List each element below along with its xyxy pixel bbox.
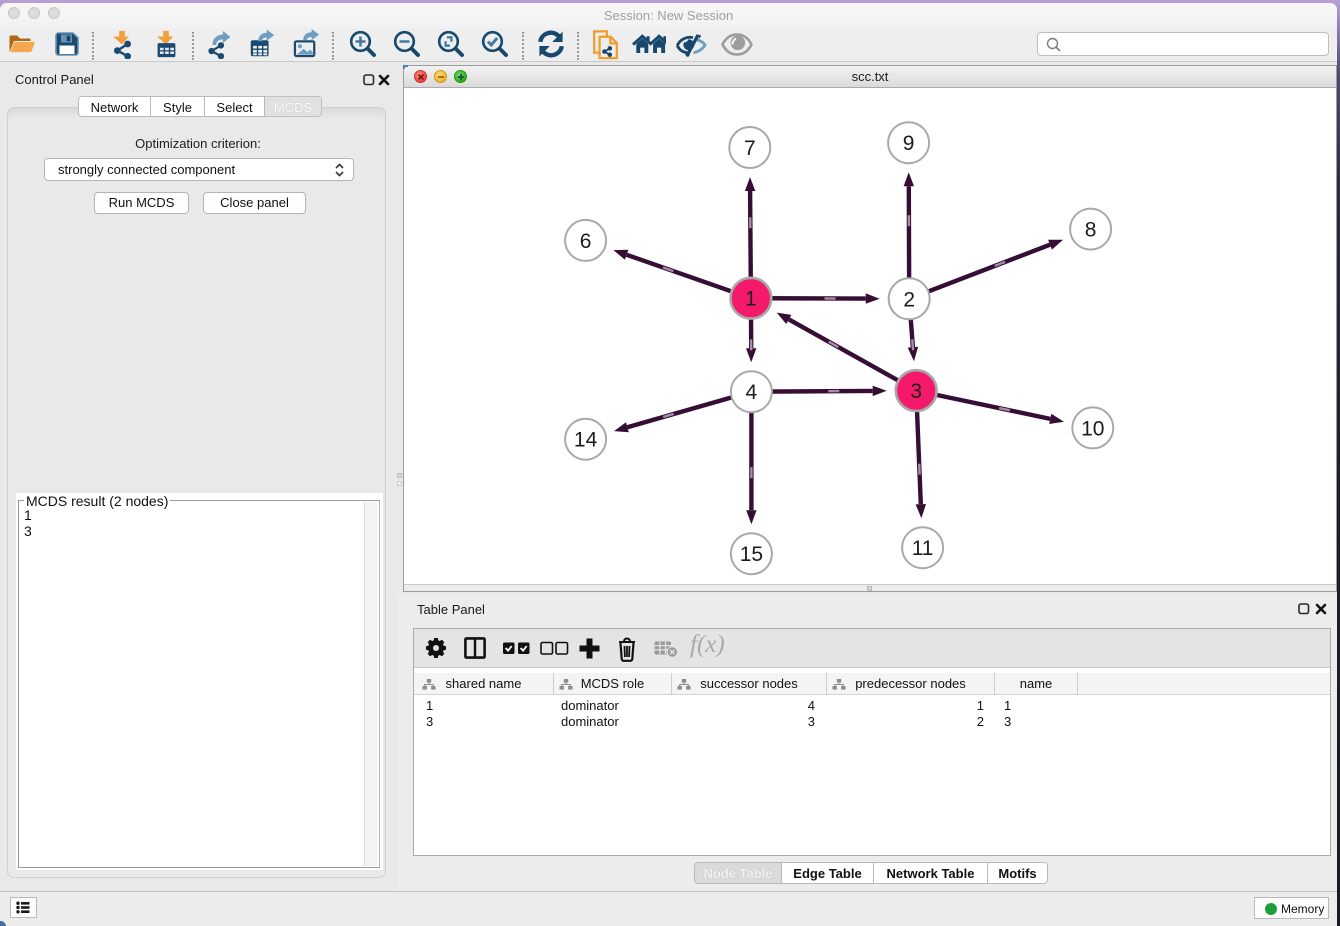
svg-text:3: 3 — [910, 380, 922, 403]
svg-text:7: 7 — [744, 137, 756, 160]
svg-text:6: 6 — [580, 230, 592, 253]
svg-text:14: 14 — [574, 429, 598, 452]
svg-text:2: 2 — [903, 288, 915, 311]
svg-text:11: 11 — [912, 537, 934, 560]
svg-text:10: 10 — [1081, 417, 1104, 440]
svg-text:1: 1 — [745, 288, 757, 311]
svg-text:4: 4 — [746, 381, 758, 404]
svg-text:15: 15 — [740, 543, 763, 566]
svg-text:9: 9 — [903, 132, 915, 155]
svg-text:8: 8 — [1085, 219, 1097, 242]
